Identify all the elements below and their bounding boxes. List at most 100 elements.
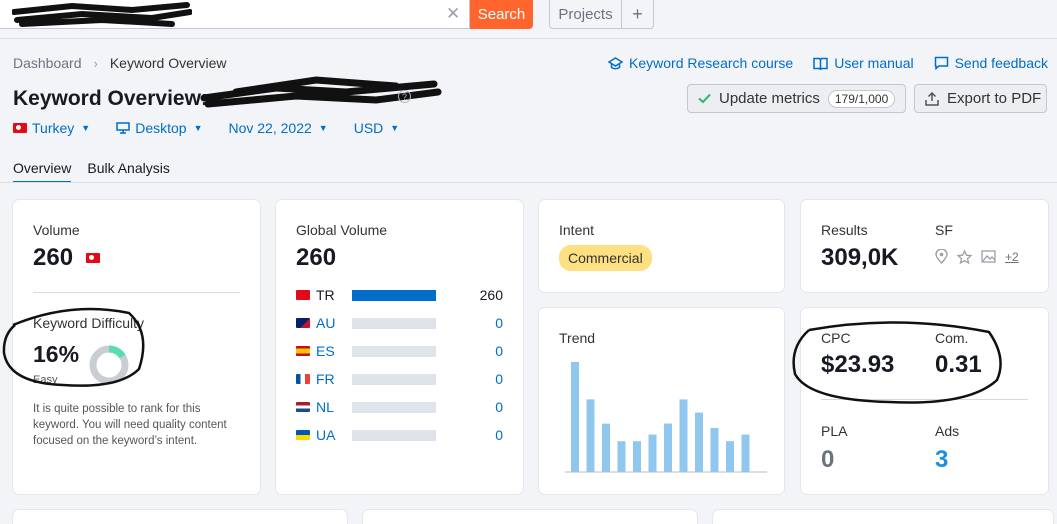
volume-value: 260	[33, 244, 74, 271]
manual-link-label: User manual	[834, 55, 914, 71]
trend-bar[interactable]	[726, 441, 734, 472]
country-filter[interactable]: Turkey ▼	[13, 120, 90, 136]
sf-more[interactable]: +2	[1005, 250, 1019, 264]
tr-flag-icon	[296, 290, 310, 300]
filters: Turkey ▼ Desktop ▼ Nov 22, 2022 ▼ USD ▼	[13, 120, 425, 136]
feedback-link[interactable]: Send feedback	[934, 55, 1048, 71]
chevron-right-icon: ›	[93, 55, 98, 71]
country-volume-value[interactable]: 0	[495, 371, 503, 387]
redaction-scribble	[200, 76, 442, 108]
help-icon[interactable]: ?	[398, 90, 411, 103]
fr-flag-icon	[296, 374, 310, 384]
trend-bar[interactable]	[633, 441, 641, 472]
trend-bar[interactable]	[741, 434, 750, 472]
volume-bar	[352, 290, 436, 301]
global-volume-label: Global Volume	[296, 222, 388, 238]
country-volume-value[interactable]: 0	[495, 427, 503, 443]
pla-label: PLA	[821, 423, 848, 439]
ads-value[interactable]: 3	[935, 446, 948, 474]
search-input[interactable]	[0, 0, 470, 29]
global-volume-value: 260	[296, 244, 337, 271]
chevron-down-icon: ▼	[318, 123, 328, 133]
trend-label: Trend	[559, 330, 596, 346]
tab-bulk-analysis[interactable]: Bulk Analysis	[87, 160, 169, 183]
projects-switcher: Projects +	[549, 0, 654, 29]
volume-bar	[352, 374, 436, 385]
breadcrumb-current: Keyword Overview	[109, 55, 227, 71]
results-value: 309,0K	[821, 244, 899, 271]
volume-kd-card: Volume 260 Keyword Difficulty 16% Easy I…	[2, 200, 260, 494]
bottom-card-1	[13, 510, 347, 524]
trend-chart	[565, 362, 767, 473]
star-icon	[957, 249, 972, 264]
update-count-badge: 179/1,000	[827, 89, 896, 108]
message-icon	[934, 56, 948, 70]
update-metrics-label: Update metrics	[719, 90, 820, 107]
export-pdf-button[interactable]: Export to PDF	[914, 84, 1047, 113]
kd-description: It is quite possible to rank for this ke…	[33, 403, 227, 447]
sf-icons: +2	[935, 249, 1019, 264]
device-filter[interactable]: Desktop ▼	[116, 120, 202, 136]
volume-label: Volume	[33, 222, 80, 238]
volume-bar-fill	[352, 290, 436, 301]
country-volume-value[interactable]: 0	[495, 343, 503, 359]
trend-bar[interactable]	[710, 428, 719, 472]
country-code[interactable]: ES	[316, 343, 352, 359]
chevron-down-icon: ▼	[81, 123, 91, 133]
search-bar: ✕ Search	[0, 0, 533, 29]
divider	[0, 182, 1057, 183]
feedback-link-label: Send feedback	[954, 55, 1048, 71]
tab-overview[interactable]: Overview	[13, 160, 72, 183]
trend-bar[interactable]	[679, 399, 688, 472]
search-button[interactable]: Search	[470, 0, 533, 29]
intent-card: Intent Commercial	[539, 200, 784, 292]
turkey-flag-icon	[86, 253, 100, 263]
turkey-flag-icon	[13, 123, 27, 133]
desktop-icon	[116, 122, 130, 134]
update-metrics-button[interactable]: Update metrics 179/1,000	[687, 84, 906, 113]
date-filter[interactable]: Nov 22, 2022 ▼	[228, 120, 327, 136]
close-icon[interactable]: ✕	[446, 5, 460, 23]
country-code[interactable]: NL	[316, 399, 352, 415]
date-label: Nov 22, 2022	[228, 120, 312, 136]
trend-bar[interactable]	[648, 434, 657, 472]
country-code: TR	[316, 287, 335, 303]
trend-bar[interactable]	[695, 412, 703, 472]
country-volume-value[interactable]: 0	[495, 315, 503, 331]
breadcrumb-dashboard[interactable]: Dashboard	[13, 55, 82, 71]
country-label: Turkey	[32, 120, 75, 136]
page-title: Keyword Overview:	[13, 87, 208, 110]
help-links: Keyword Research course User manual Send…	[608, 55, 1048, 71]
volume-bar	[352, 402, 436, 413]
trend-bar[interactable]	[602, 423, 610, 472]
bottom-card-2	[363, 510, 697, 524]
map-pin-icon	[935, 249, 948, 264]
country-volume-value: 260	[479, 287, 503, 303]
check-icon	[698, 93, 711, 104]
redaction-scribble	[12, 2, 192, 27]
country-code[interactable]: AU	[316, 315, 352, 331]
course-link[interactable]: Keyword Research course	[608, 55, 793, 71]
manual-link[interactable]: User manual	[813, 55, 914, 71]
intent-label: Intent	[559, 222, 595, 238]
country-volume-value[interactable]: 0	[495, 399, 503, 415]
graduation-cap-icon	[608, 56, 624, 69]
trend-bar[interactable]	[664, 423, 672, 472]
trend-bar[interactable]	[586, 399, 595, 472]
currency-filter[interactable]: USD ▼	[354, 120, 399, 136]
trend-bar[interactable]	[571, 362, 579, 472]
country-code[interactable]: UA	[316, 427, 352, 443]
intent-badge: Commercial	[559, 245, 652, 271]
country-row-nl: NL	[296, 399, 352, 415]
divider	[0, 38, 1057, 39]
projects-button[interactable]: Projects	[550, 0, 622, 28]
export-pdf-label: Export to PDF	[947, 90, 1042, 107]
course-link-label: Keyword Research course	[629, 55, 794, 71]
country-code[interactable]: FR	[316, 371, 352, 387]
tabs: Overview Bulk Analysis	[13, 160, 186, 183]
trend-bar[interactable]	[617, 441, 626, 472]
chevron-down-icon: ▼	[390, 123, 400, 133]
country-row-fr: FR	[296, 371, 352, 387]
export-icon	[925, 91, 939, 106]
add-project-button[interactable]: +	[622, 0, 653, 28]
